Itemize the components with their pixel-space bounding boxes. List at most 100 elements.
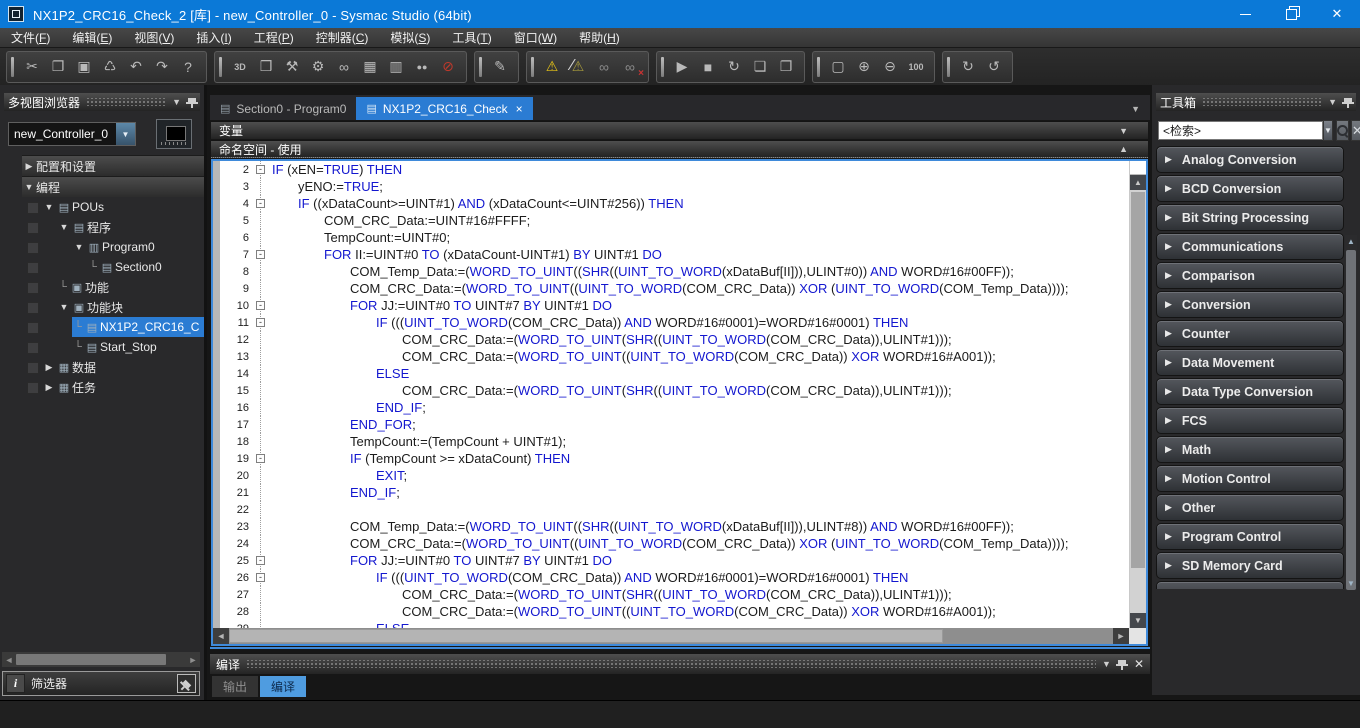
build-check-icon[interactable]: ⚠ bbox=[539, 55, 565, 79]
watch-table-icon[interactable]: ▦ bbox=[357, 55, 383, 79]
tab-close-icon[interactable]: × bbox=[516, 102, 523, 116]
abort-icon[interactable]: ⊘ bbox=[435, 55, 461, 79]
menu-item-view[interactable]: 视图(V) bbox=[123, 28, 185, 48]
expand-arrow-icon[interactable]: ▶ bbox=[22, 161, 36, 172]
code-line[interactable]: 3yENO:=TRUE; bbox=[220, 178, 1129, 195]
fold-collapse-icon[interactable]: - bbox=[256, 318, 265, 327]
code-line[interactable]: 10-FOR JJ:=UINT#0 TO UINT#7 BY UINT#1 DO bbox=[220, 297, 1129, 314]
scroll-left-icon[interactable]: ◄ bbox=[213, 628, 229, 644]
code-text-area[interactable]: 2-IF (xEN=TRUE) THEN3yENO:=TRUE;4-IF ((x… bbox=[220, 161, 1129, 628]
menu-item-project[interactable]: 工程(P) bbox=[243, 28, 305, 48]
fold-collapse-icon[interactable]: - bbox=[256, 556, 265, 565]
close-button[interactable]: ✕ bbox=[1314, 0, 1360, 28]
controller-dropdown-icon[interactable]: ▼ bbox=[116, 123, 135, 145]
toolbox-category-other[interactable]: ▶Other bbox=[1156, 494, 1344, 521]
code-line[interactable]: 25-FOR JJ:=UINT#0 TO UINT#7 BY UINT#1 DO bbox=[220, 552, 1129, 569]
code-line[interactable]: 26-IF (((UINT_TO_WORD(COM_CRC_Data)) AND… bbox=[220, 569, 1129, 586]
synchronize-icon[interactable]: ↻ bbox=[721, 55, 747, 79]
build-pin-icon[interactable] bbox=[1118, 660, 1126, 664]
code-line[interactable]: 2-IF (xEN=TRUE) THEN bbox=[220, 161, 1129, 178]
toolbox-category-sd-memory-card[interactable]: ▶SD Memory Card bbox=[1156, 552, 1344, 579]
expand-arrow-icon[interactable]: ▶ bbox=[42, 362, 56, 373]
tree-item-functions[interactable]: └▣功能 bbox=[0, 277, 204, 297]
search-binoculars-icon[interactable]: ●● bbox=[409, 55, 435, 79]
expand-arrow-icon[interactable]: ▼ bbox=[57, 222, 71, 232]
toolbox-category-comparison[interactable]: ▶Comparison bbox=[1156, 262, 1344, 289]
menu-item-controller[interactable]: 控制器(C) bbox=[305, 28, 380, 48]
filter-pin-button[interactable] bbox=[177, 674, 196, 693]
explorer-collapse-icon[interactable]: ▼ bbox=[172, 97, 181, 107]
scroll-up-icon[interactable]: ▲ bbox=[1345, 235, 1357, 248]
tree-item-section0[interactable]: └▤Section0 bbox=[0, 257, 204, 277]
monitor-window-2-icon[interactable]: ❐ bbox=[773, 55, 799, 79]
toolbox-category-communications[interactable]: ▶Communications bbox=[1156, 233, 1344, 260]
code-line[interactable]: 27COM_CRC_Data:=(WORD_TO_UINT(SHR((UINT_… bbox=[220, 586, 1129, 603]
build-check-off-icon[interactable]: ⚠ bbox=[565, 55, 591, 79]
menu-item-tools[interactable]: 工具(T) bbox=[441, 28, 502, 48]
menu-item-window[interactable]: 窗口(W) bbox=[503, 28, 568, 48]
window-layout-icon[interactable]: ❒ bbox=[253, 55, 279, 79]
splitter-box[interactable] bbox=[1130, 161, 1146, 175]
scrollbar-track[interactable] bbox=[1130, 190, 1146, 613]
code-line[interactable]: 16END_IF; bbox=[220, 399, 1129, 416]
expand-arrow-icon[interactable]: ▶ bbox=[42, 382, 56, 393]
scroll-down-icon[interactable]: ▼ bbox=[1345, 577, 1357, 590]
toolbox-category-counter[interactable]: ▶Counter bbox=[1156, 320, 1344, 347]
code-line[interactable]: 14ELSE bbox=[220, 365, 1129, 382]
toolbox-category-fcs[interactable]: ▶FCS bbox=[1156, 407, 1344, 434]
tree-item-start-stop[interactable]: └▤Start_Stop bbox=[0, 337, 204, 357]
search-dropdown-icon[interactable]: ▼ bbox=[1323, 120, 1333, 141]
explorer-pin-icon[interactable] bbox=[188, 98, 196, 102]
tree-item-function-blocks[interactable]: ▼▣功能块 bbox=[0, 297, 204, 317]
tree-item-programming[interactable]: ▼编程 bbox=[22, 176, 204, 197]
scrollbar-thumb[interactable] bbox=[16, 654, 166, 665]
bottom-tab-build[interactable]: 编译 bbox=[260, 676, 306, 697]
delete-icon[interactable]: ♺ bbox=[97, 55, 123, 79]
tab-list-dropdown-icon[interactable]: ▼ bbox=[1131, 104, 1140, 114]
tree-item-data[interactable]: ▶▦数据 bbox=[0, 357, 204, 377]
tree-item-tasks[interactable]: ▶▦任务 bbox=[0, 377, 204, 397]
tree-item-config-settings[interactable]: ▶配置和设置 bbox=[22, 155, 204, 176]
restore-button[interactable] bbox=[1268, 0, 1314, 28]
code-line[interactable]: 18TempCount:=(TempCount + UINT#1); bbox=[220, 433, 1129, 450]
editor-vertical-scrollbar[interactable]: ▲ ▼ bbox=[1129, 161, 1146, 628]
code-line[interactable]: 7-FOR II:=UINT#0 TO (xDataCount-UINT#1) … bbox=[220, 246, 1129, 263]
menu-item-simulation[interactable]: 模拟(S) bbox=[379, 28, 441, 48]
toolbox-category-data-type-conversion[interactable]: ▶Data Type Conversion bbox=[1156, 378, 1344, 405]
scrollbar-thumb[interactable] bbox=[1346, 250, 1356, 590]
tab-nx1p2-crc16-check[interactable]: ▤ NX1P2_CRC16_Check × bbox=[356, 97, 532, 120]
code-line[interactable]: 24COM_CRC_Data:=(WORD_TO_UINT((UINT_TO_W… bbox=[220, 535, 1129, 552]
toolbox-category-motion-control[interactable]: ▶Motion Control bbox=[1156, 465, 1344, 492]
controller-select[interactable]: new_Controller_0 ▼ bbox=[8, 122, 136, 146]
scroll-up-icon[interactable]: ▲ bbox=[1130, 175, 1146, 190]
watch-remove-icon[interactable]: ∞× bbox=[617, 55, 643, 79]
toolbox-category-bit-string-processing[interactable]: ▶Bit String Processing bbox=[1156, 204, 1344, 231]
expand-arrow-icon[interactable]: ▼ bbox=[72, 242, 86, 252]
expand-down-icon[interactable]: ▼ bbox=[1119, 126, 1128, 136]
copy-icon[interactable]: ❐ bbox=[45, 55, 71, 79]
online-stop-icon[interactable]: ■ bbox=[695, 55, 721, 79]
fold-collapse-icon[interactable]: - bbox=[256, 454, 265, 463]
code-line[interactable]: 15COM_CRC_Data:=(WORD_TO_UINT(SHR((UINT_… bbox=[220, 382, 1129, 399]
scrollbar-thumb[interactable] bbox=[229, 629, 943, 643]
scrollbar-thumb[interactable] bbox=[1131, 192, 1145, 568]
fold-collapse-icon[interactable]: - bbox=[256, 301, 265, 310]
code-line[interactable]: 21END_IF; bbox=[220, 484, 1129, 501]
paste-icon[interactable]: ▣ bbox=[71, 55, 97, 79]
restart-stop-icon[interactable]: ↺ bbox=[981, 55, 1007, 79]
expand-arrow-icon[interactable]: ▼ bbox=[22, 182, 36, 192]
namespace-bar[interactable]: 命名空间 - 使用 ▲ bbox=[211, 140, 1148, 158]
code-line[interactable]: 6TempCount:=UINT#0; bbox=[220, 229, 1129, 246]
zoom-out-icon[interactable]: ⊖ bbox=[877, 55, 903, 79]
variables-bar[interactable]: 变量 ▼ bbox=[211, 121, 1148, 139]
fold-collapse-icon[interactable]: - bbox=[256, 250, 265, 259]
menu-item-edit[interactable]: 编辑(E) bbox=[61, 28, 123, 48]
filter-bar[interactable]: i 筛选器 bbox=[2, 671, 200, 696]
fold-collapse-icon[interactable]: - bbox=[256, 573, 265, 582]
code-line[interactable]: 29ELSE bbox=[220, 620, 1129, 628]
code-line[interactable]: 13COM_CRC_Data:=(WORD_TO_UINT((UINT_TO_W… bbox=[220, 348, 1129, 365]
tree-item-nx1p2-crc16-check[interactable]: └▤NX1P2_CRC16_C bbox=[0, 317, 204, 337]
code-line[interactable]: 12COM_CRC_Data:=(WORD_TO_UINT(SHR((UINT_… bbox=[220, 331, 1129, 348]
zoom-fit-icon[interactable]: ▢ bbox=[825, 55, 851, 79]
toolbox-category-conversion[interactable]: ▶Conversion bbox=[1156, 291, 1344, 318]
